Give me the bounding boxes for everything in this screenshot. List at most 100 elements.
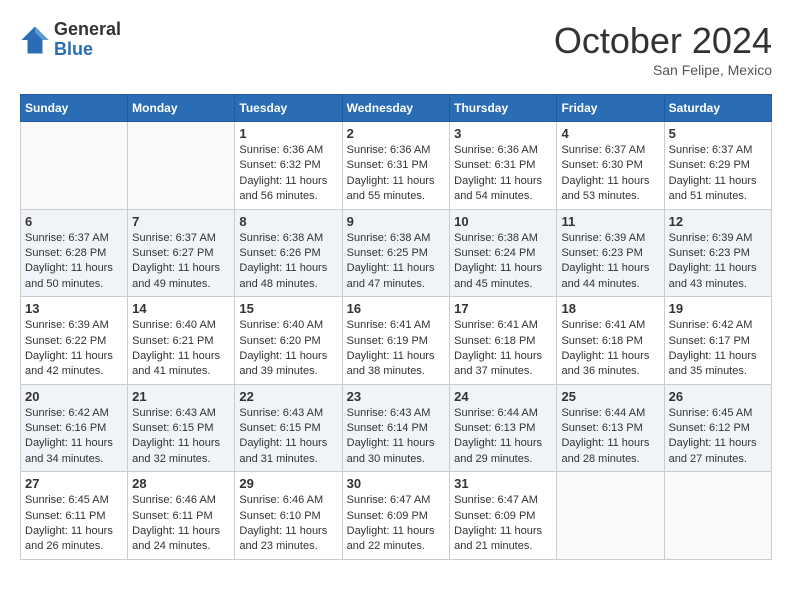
day-number: 24 (454, 389, 552, 404)
logo-blue-text: Blue (54, 40, 121, 60)
day-info: Sunrise: 6:40 AMSunset: 6:21 PMDaylight:… (132, 318, 230, 380)
day-of-week-header: Thursday (450, 95, 557, 122)
calendar-week-row: 13 Sunrise: 6:39 AMSunset: 6:22 PMDayligh… (21, 297, 772, 385)
day-info: Sunrise: 6:44 AMSunset: 6:13 PMDaylight:… (454, 406, 552, 468)
day-number: 28 (132, 476, 230, 491)
day-number: 23 (347, 389, 446, 404)
day-number: 22 (239, 389, 337, 404)
day-number: 13 (25, 301, 123, 316)
calendar-cell: 7 Sunrise: 6:37 AMSunset: 6:27 PMDaylight… (128, 209, 235, 297)
day-of-week-header: Tuesday (235, 95, 342, 122)
day-info: Sunrise: 6:37 AMSunset: 6:28 PMDaylight:… (25, 231, 123, 293)
calendar-cell (557, 472, 664, 560)
day-info: Sunrise: 6:37 AMSunset: 6:29 PMDaylight:… (669, 143, 767, 205)
logo-general-text: General (54, 20, 121, 40)
day-info: Sunrise: 6:46 AMSunset: 6:11 PMDaylight:… (132, 493, 230, 555)
day-number: 30 (347, 476, 446, 491)
calendar-week-row: 1 Sunrise: 6:36 AMSunset: 6:32 PMDaylight… (21, 122, 772, 210)
day-number: 14 (132, 301, 230, 316)
calendar-table: SundayMondayTuesdayWednesdayThursdayFrid… (20, 94, 772, 560)
day-info: Sunrise: 6:39 AMSunset: 6:23 PMDaylight:… (669, 231, 767, 293)
day-number: 15 (239, 301, 337, 316)
month-title: October 2024 (554, 20, 772, 62)
day-info: Sunrise: 6:47 AMSunset: 6:09 PMDaylight:… (347, 493, 446, 555)
calendar-cell: 2 Sunrise: 6:36 AMSunset: 6:31 PMDaylight… (342, 122, 450, 210)
calendar-week-row: 6 Sunrise: 6:37 AMSunset: 6:28 PMDaylight… (21, 209, 772, 297)
calendar-header-row: SundayMondayTuesdayWednesdayThursdayFrid… (21, 95, 772, 122)
day-number: 18 (561, 301, 659, 316)
calendar-cell: 21 Sunrise: 6:43 AMSunset: 6:15 PMDayligh… (128, 384, 235, 472)
day-info: Sunrise: 6:38 AMSunset: 6:24 PMDaylight:… (454, 231, 552, 293)
day-of-week-header: Saturday (664, 95, 771, 122)
calendar-cell: 4 Sunrise: 6:37 AMSunset: 6:30 PMDaylight… (557, 122, 664, 210)
calendar-cell: 23 Sunrise: 6:43 AMSunset: 6:14 PMDayligh… (342, 384, 450, 472)
day-number: 10 (454, 214, 552, 229)
day-number: 8 (239, 214, 337, 229)
calendar-cell: 6 Sunrise: 6:37 AMSunset: 6:28 PMDaylight… (21, 209, 128, 297)
day-info: Sunrise: 6:43 AMSunset: 6:15 PMDaylight:… (239, 406, 337, 468)
day-number: 26 (669, 389, 767, 404)
day-number: 25 (561, 389, 659, 404)
calendar-cell: 30 Sunrise: 6:47 AMSunset: 6:09 PMDayligh… (342, 472, 450, 560)
calendar-cell: 25 Sunrise: 6:44 AMSunset: 6:13 PMDayligh… (557, 384, 664, 472)
day-number: 9 (347, 214, 446, 229)
calendar-cell: 8 Sunrise: 6:38 AMSunset: 6:26 PMDaylight… (235, 209, 342, 297)
calendar-cell: 28 Sunrise: 6:46 AMSunset: 6:11 PMDayligh… (128, 472, 235, 560)
day-number: 4 (561, 126, 659, 141)
day-number: 19 (669, 301, 767, 316)
day-info: Sunrise: 6:45 AMSunset: 6:12 PMDaylight:… (669, 406, 767, 468)
day-of-week-header: Sunday (21, 95, 128, 122)
calendar-cell: 16 Sunrise: 6:41 AMSunset: 6:19 PMDayligh… (342, 297, 450, 385)
day-info: Sunrise: 6:41 AMSunset: 6:18 PMDaylight:… (561, 318, 659, 380)
day-number: 11 (561, 214, 659, 229)
calendar-week-row: 27Sunrise: 6:45 AMSunset: 6:11 PMDayligh… (21, 472, 772, 560)
calendar-cell: 20Sunrise: 6:42 AMSunset: 6:16 PMDayligh… (21, 384, 128, 472)
day-number: 20 (25, 389, 123, 404)
day-info: Sunrise: 6:47 AMSunset: 6:09 PMDaylight:… (454, 493, 552, 555)
calendar-cell: 18 Sunrise: 6:41 AMSunset: 6:18 PMDayligh… (557, 297, 664, 385)
calendar-cell: 24 Sunrise: 6:44 AMSunset: 6:13 PMDayligh… (450, 384, 557, 472)
day-number: 16 (347, 301, 446, 316)
day-of-week-header: Monday (128, 95, 235, 122)
day-number: 21 (132, 389, 230, 404)
day-info: Sunrise: 6:37 AMSunset: 6:30 PMDaylight:… (561, 143, 659, 205)
day-number: 27 (25, 476, 123, 491)
calendar-cell: 13 Sunrise: 6:39 AMSunset: 6:22 PMDayligh… (21, 297, 128, 385)
day-of-week-header: Friday (557, 95, 664, 122)
day-number: 29 (239, 476, 337, 491)
day-info: Sunrise: 6:36 AMSunset: 6:32 PMDaylight:… (239, 143, 337, 205)
logo: General Blue (20, 20, 121, 60)
day-info: Sunrise: 6:44 AMSunset: 6:13 PMDaylight:… (561, 406, 659, 468)
day-info: Sunrise: 6:38 AMSunset: 6:25 PMDaylight:… (347, 231, 446, 293)
day-info: Sunrise: 6:43 AMSunset: 6:14 PMDaylight:… (347, 406, 446, 468)
day-info: Sunrise: 6:41 AMSunset: 6:19 PMDaylight:… (347, 318, 446, 380)
day-info: Sunrise: 6:36 AMSunset: 6:31 PMDaylight:… (454, 143, 552, 205)
calendar-cell: 27Sunrise: 6:45 AMSunset: 6:11 PMDayligh… (21, 472, 128, 560)
day-info: Sunrise: 6:37 AMSunset: 6:27 PMDaylight:… (132, 231, 230, 293)
day-number: 7 (132, 214, 230, 229)
day-number: 5 (669, 126, 767, 141)
day-number: 6 (25, 214, 123, 229)
calendar-cell (664, 472, 771, 560)
day-number: 2 (347, 126, 446, 141)
calendar-cell: 10 Sunrise: 6:38 AMSunset: 6:24 PMDayligh… (450, 209, 557, 297)
day-number: 1 (239, 126, 337, 141)
day-info: Sunrise: 6:43 AMSunset: 6:15 PMDaylight:… (132, 406, 230, 468)
day-info: Sunrise: 6:39 AMSunset: 6:23 PMDaylight:… (561, 231, 659, 293)
day-info: Sunrise: 6:42 AMSunset: 6:17 PMDaylight:… (669, 318, 767, 380)
calendar-cell: 19 Sunrise: 6:42 AMSunset: 6:17 PMDayligh… (664, 297, 771, 385)
calendar-cell (21, 122, 128, 210)
calendar-cell: 1 Sunrise: 6:36 AMSunset: 6:32 PMDaylight… (235, 122, 342, 210)
day-info: Sunrise: 6:46 AMSunset: 6:10 PMDaylight:… (239, 493, 337, 555)
calendar-cell: 5 Sunrise: 6:37 AMSunset: 6:29 PMDaylight… (664, 122, 771, 210)
calendar-cell: 3Sunrise: 6:36 AMSunset: 6:31 PMDaylight… (450, 122, 557, 210)
day-info: Sunrise: 6:39 AMSunset: 6:22 PMDaylight:… (25, 318, 123, 380)
day-of-week-header: Wednesday (342, 95, 450, 122)
calendar-cell: 11 Sunrise: 6:39 AMSunset: 6:23 PMDayligh… (557, 209, 664, 297)
location-text: San Felipe, Mexico (554, 62, 772, 78)
calendar-cell: 12Sunrise: 6:39 AMSunset: 6:23 PMDayligh… (664, 209, 771, 297)
day-info: Sunrise: 6:36 AMSunset: 6:31 PMDaylight:… (347, 143, 446, 205)
day-info: Sunrise: 6:38 AMSunset: 6:26 PMDaylight:… (239, 231, 337, 293)
calendar-week-row: 20Sunrise: 6:42 AMSunset: 6:16 PMDayligh… (21, 384, 772, 472)
calendar-cell: 22 Sunrise: 6:43 AMSunset: 6:15 PMDayligh… (235, 384, 342, 472)
